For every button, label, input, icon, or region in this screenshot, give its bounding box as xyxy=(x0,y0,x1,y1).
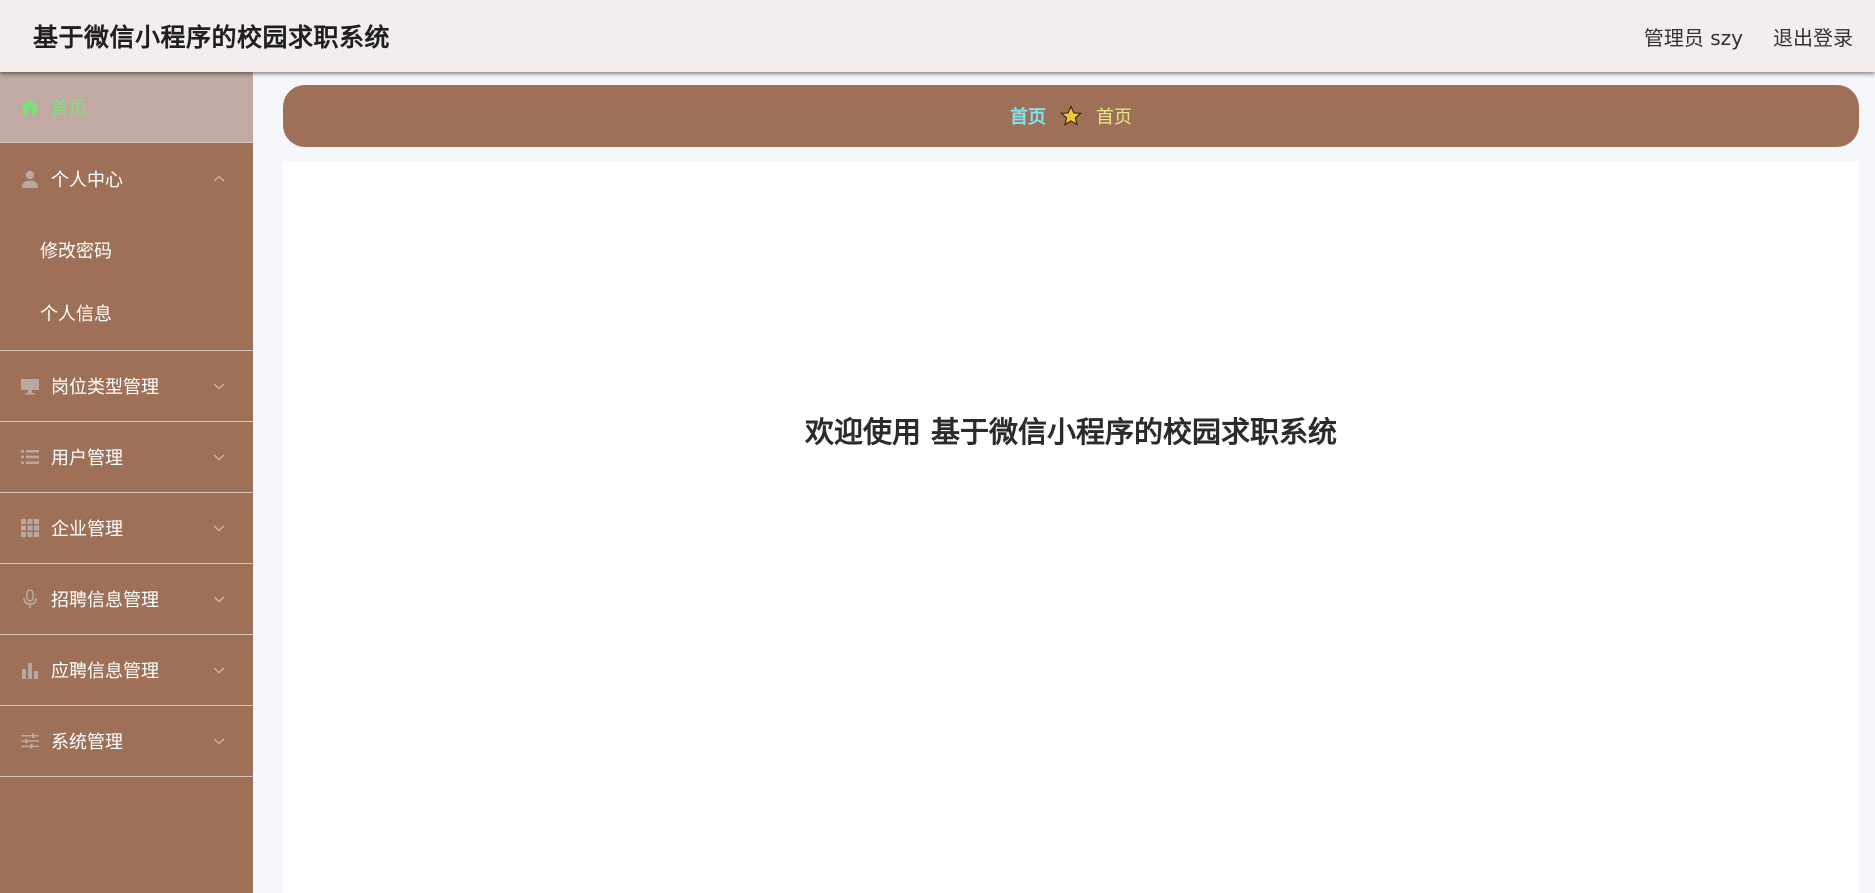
sidebar-item-application-info[interactable]: 应聘信息管理 xyxy=(0,635,253,706)
sidebar-item-recruitment-info[interactable]: 招聘信息管理 xyxy=(0,564,253,635)
sidebar-item-job-type[interactable]: 岗位类型管理 xyxy=(0,351,253,422)
top-header: 基于微信小程序的校园求职系统 管理员 szy 退出登录 xyxy=(0,0,1875,72)
star-icon xyxy=(1060,105,1082,127)
app-title: 基于微信小程序的校园求职系统 xyxy=(33,23,391,52)
current-user-label: 管理员 szy xyxy=(1643,25,1743,50)
breadcrumb-current: 首页 xyxy=(1096,107,1132,128)
chevron-down-icon xyxy=(212,450,226,464)
personal-center-submenu: 修改密码 个人信息 xyxy=(0,214,253,351)
sliders-icon xyxy=(20,731,40,751)
bar-chart-icon xyxy=(20,660,40,680)
sidebar-item-home[interactable]: 首页 xyxy=(0,72,253,143)
grid-icon xyxy=(20,518,40,538)
monitor-icon xyxy=(20,376,40,396)
chevron-down-icon xyxy=(212,521,226,535)
sidebar-item-personal-center[interactable]: 个人中心 xyxy=(0,143,253,214)
chevron-down-icon xyxy=(212,663,226,677)
breadcrumb-home-link[interactable]: 首页 xyxy=(1010,103,1046,129)
sidebar-item-label: 应聘信息管理 xyxy=(51,661,159,682)
sidebar-item-user-management[interactable]: 用户管理 xyxy=(0,422,253,493)
list-icon xyxy=(20,447,40,467)
submenu-item-change-password[interactable]: 修改密码 xyxy=(0,218,253,281)
sidebar-item-label: 用户管理 xyxy=(51,448,123,469)
chevron-down-icon xyxy=(212,734,226,748)
chevron-up-icon xyxy=(212,172,226,186)
user-icon xyxy=(20,169,40,189)
sidebar-item-company-management[interactable]: 企业管理 xyxy=(0,493,253,564)
welcome-message: 欢迎使用 基于微信小程序的校园求职系统 xyxy=(804,415,1338,449)
sidebar-menu: 首页 个人中心 修改密码 个人信息 岗位类型管理 用户管理 企业管理 招聘信息管… xyxy=(0,72,253,893)
sidebar-item-label: 首页 xyxy=(51,98,87,119)
chevron-down-icon xyxy=(212,592,226,606)
chevron-down-icon xyxy=(212,379,226,393)
sidebar-item-label: 系统管理 xyxy=(51,732,123,753)
main-content: 欢迎使用 基于微信小程序的校园求职系统 xyxy=(283,161,1859,893)
sidebar-item-system-management[interactable]: 系统管理 xyxy=(0,706,253,777)
sidebar-item-label: 岗位类型管理 xyxy=(51,377,159,398)
sidebar-item-label: 个人中心 xyxy=(51,169,123,191)
sidebar-item-label: 企业管理 xyxy=(51,519,123,540)
breadcrumb: 首页 首页 xyxy=(283,85,1859,147)
header-user-area: 管理员 szy 退出登录 xyxy=(1644,22,1853,51)
home-icon xyxy=(20,97,40,117)
microphone-icon xyxy=(20,589,40,609)
sidebar-item-label: 招聘信息管理 xyxy=(51,590,159,611)
logout-button[interactable]: 退出登录 xyxy=(1773,22,1853,51)
submenu-item-personal-info[interactable]: 个人信息 xyxy=(0,281,253,344)
